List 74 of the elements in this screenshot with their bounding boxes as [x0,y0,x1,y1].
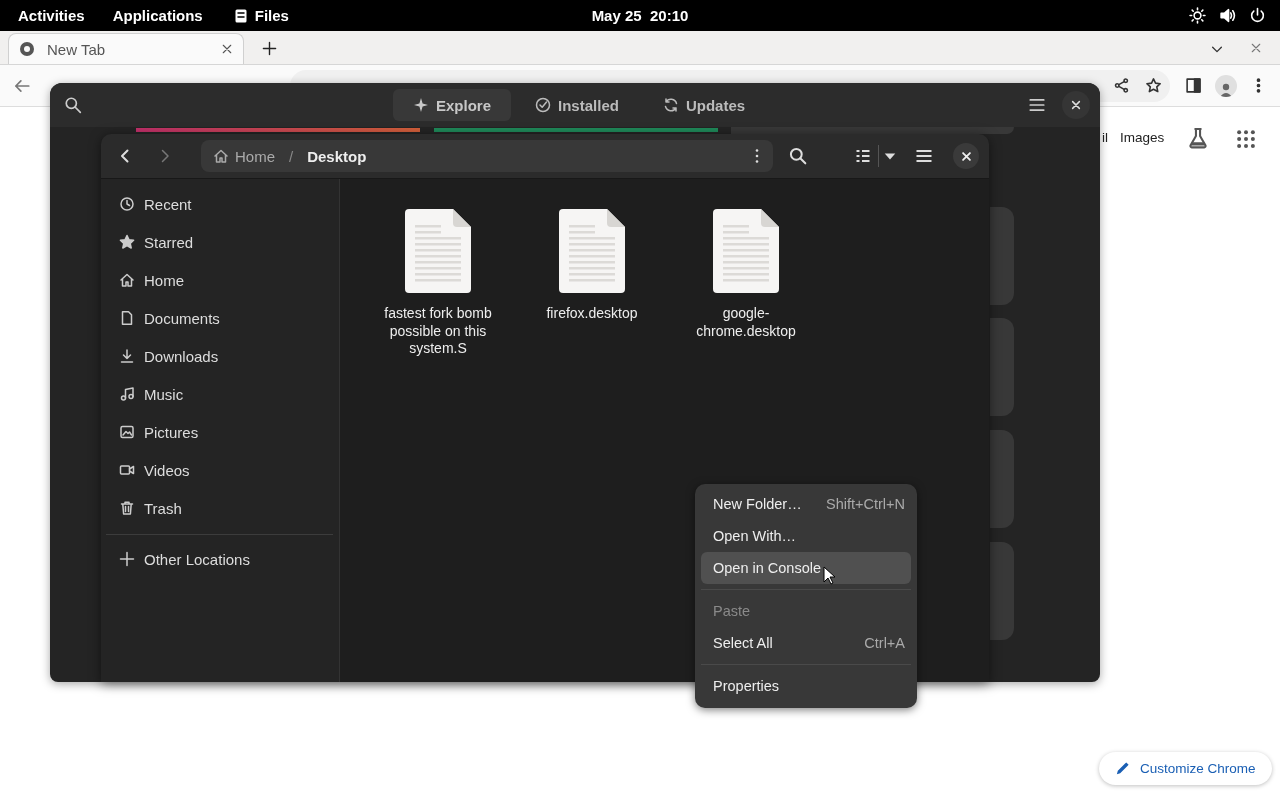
flask-icon[interactable] [1187,127,1209,149]
sidebar-item[interactable]: Starred [101,223,339,261]
volume-icon[interactable] [1219,7,1236,24]
list-view-icon[interactable] [855,148,871,164]
apps-grid-icon[interactable] [1236,129,1256,149]
sidebar-item[interactable]: Recent [101,185,339,223]
picture-icon [119,424,135,440]
close-button[interactable] [1062,91,1090,119]
page-link[interactable]: Images [1120,130,1165,145]
close-button[interactable] [953,143,979,169]
menu-item[interactable]: Open With… [701,520,911,552]
back-arrow-icon[interactable] [13,77,31,95]
document-icon [119,310,135,326]
text-file-icon[interactable] [559,209,625,293]
file-name[interactable]: google-chrome.desktop [681,305,811,340]
side-panel-icon[interactable] [1185,77,1202,94]
close-icon[interactable] [1250,42,1262,54]
search-icon[interactable] [64,96,82,114]
app-name[interactable]: Files [254,7,289,24]
path-separator: / [289,147,294,165]
sidebar-item[interactable]: Documents [101,299,339,337]
download-icon [119,348,135,364]
home-icon [119,272,135,288]
sidebar-item[interactable]: Videos [101,451,339,489]
power-icon[interactable] [1249,7,1266,24]
video-icon [119,462,135,478]
close-icon [1070,99,1082,111]
browser-tab[interactable]: New Tab [8,33,244,64]
file-name[interactable]: firefox.desktop [546,305,638,323]
clock-icon [119,196,135,212]
brightness-icon[interactable] [1189,7,1206,24]
text-file-icon[interactable] [405,209,471,293]
sidebar-item[interactable]: Downloads [101,337,339,375]
plus-icon[interactable] [262,41,277,56]
check-circle-icon [535,97,552,113]
share-icon[interactable] [1113,77,1130,94]
path-crumb[interactable]: Home [213,147,275,165]
menu-icon[interactable] [1028,96,1046,114]
path-crumb[interactable]: Desktop [307,147,367,165]
pencil-icon [1115,761,1130,776]
mouse-pointer-icon [823,566,835,585]
applications-menu[interactable]: Applications [84,7,203,24]
text-file-icon[interactable] [713,209,779,293]
file-name[interactable]: fastest fork bomb possible on this system.S [373,305,503,358]
clock[interactable]: May 25 20:10 [570,7,710,24]
star-icon[interactable] [1145,77,1162,94]
view-tab[interactable]: Explore [393,89,512,121]
home-icon [213,148,229,164]
sidebar-item[interactable]: Trash [101,489,339,527]
search-icon[interactable] [789,147,807,165]
view-tab[interactable]: Installed [515,89,639,121]
close-icon[interactable] [221,43,233,55]
sidebar-item[interactable]: Other Locations [101,540,339,578]
sparkle-icon [413,97,429,113]
star-icon [119,234,135,250]
close-icon [960,150,972,162]
view-tab[interactable]: Updates [642,89,766,121]
refresh-icon [662,97,679,113]
menu-item[interactable]: Properties [701,670,911,702]
sidebar-item[interactable]: Pictures [101,413,339,451]
plus-icon [119,551,135,567]
sidebar-item[interactable]: Home [101,261,339,299]
menu-icon[interactable] [915,147,933,165]
menu-item[interactable]: Open in Console [701,552,911,584]
trash-icon [119,500,135,516]
customize-chrome-button[interactable]: Customize Chrome [1099,752,1272,785]
browser-logo-icon [19,41,35,57]
tab-title: New Tab [47,40,107,58]
menu-item[interactable]: Select All Ctrl+A [701,627,911,659]
activities-button[interactable]: Activities [0,7,85,24]
music-icon [119,386,135,402]
sidebar-item[interactable]: Music [101,375,339,413]
menu-item[interactable]: New Folder… Shift+Ctrl+N [701,488,911,520]
page-link[interactable]: il [1102,130,1108,145]
